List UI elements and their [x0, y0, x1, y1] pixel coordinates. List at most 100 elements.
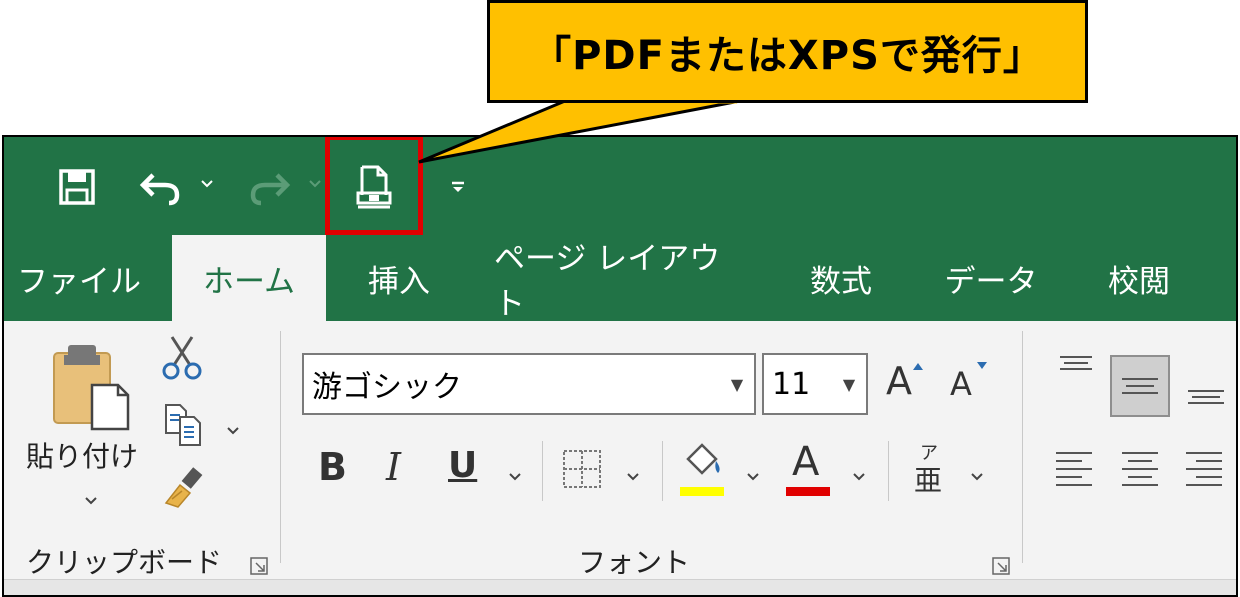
underline-button[interactable]: U [448, 445, 488, 495]
dialog-launcher-icon[interactable] [250, 557, 268, 575]
group-separator [1022, 331, 1023, 563]
tab-label: データ [944, 263, 1038, 300]
tab-label: 挿入 [368, 263, 430, 300]
font-color-button[interactable]: A [784, 439, 832, 501]
redo-icon [250, 173, 291, 206]
chevron-down-icon [627, 473, 639, 481]
paste-button[interactable] [48, 341, 134, 431]
format-painter-icon [164, 467, 203, 508]
align-top-icon [1060, 356, 1092, 370]
grow-font-button[interactable]: A [884, 359, 928, 409]
font-color-dropdown[interactable] [852, 467, 866, 486]
chevron-down-icon[interactable]: ▼ [832, 375, 866, 394]
group-separator [662, 441, 663, 501]
align-right-button[interactable] [1182, 447, 1226, 497]
phonetic-base: 亜 [914, 464, 943, 497]
borders-dropdown[interactable] [626, 467, 640, 486]
ribbon-tabs: ファイル ホーム 挿入 ページ レイアウト 数式 データ 校閲 [4, 235, 1236, 322]
font-size-combo[interactable]: 11 ▼ [762, 353, 868, 415]
clipboard-group-label: クリップボード [26, 546, 223, 579]
top-align-button[interactable] [1056, 349, 1096, 389]
copy-button[interactable] [162, 403, 206, 447]
fill-color-dropdown[interactable] [746, 467, 760, 486]
redo-dropdown[interactable] [308, 174, 322, 193]
copy-dropdown[interactable] [226, 421, 240, 440]
paste-dropdown[interactable] [84, 491, 98, 510]
tab-review[interactable]: 校閲 [1084, 235, 1194, 321]
customize-qat-icon [452, 181, 464, 192]
borders-icon [563, 450, 601, 488]
group-separator [888, 441, 889, 501]
ribbon-bottom-edge [4, 579, 1236, 595]
quick-access-toolbar [4, 137, 1236, 235]
scissors-icon [162, 336, 202, 380]
format-painter-button[interactable] [160, 463, 208, 509]
tab-label: ページ レイアウト [494, 241, 721, 322]
customize-qat-button[interactable] [444, 169, 472, 205]
tab-formulas[interactable]: 数式 [786, 235, 896, 321]
chevron-down-icon [227, 427, 239, 435]
fill-color-swatch [680, 487, 724, 496]
save-button[interactable] [54, 164, 100, 210]
phonetic-guide-button[interactable]: ア 亜 [910, 439, 950, 499]
align-center-icon [1122, 452, 1158, 486]
align-center-button[interactable] [1118, 447, 1162, 497]
tab-label: ファイル [17, 263, 141, 300]
chevron-down-icon [971, 473, 983, 481]
tab-label: 校閲 [1108, 263, 1170, 300]
paint-bucket-icon [686, 443, 720, 475]
phonetic-dropdown[interactable] [970, 467, 984, 486]
chevron-down-icon [853, 473, 865, 481]
font-group-label: フォント [578, 546, 691, 579]
ribbon-home: 貼り付け クリップボード 游ゴシック ▼ 11 ▼ A A B I U A ア … [4, 321, 1236, 595]
tab-data[interactable]: データ [932, 235, 1050, 321]
align-right-icon [1186, 452, 1222, 486]
chevron-down-icon [85, 497, 97, 505]
undo-icon [139, 173, 180, 206]
cut-button[interactable] [160, 335, 204, 381]
font-name-value: 游ゴシック [312, 370, 462, 405]
grow-font-letter: A [886, 359, 912, 403]
shrink-font-letter: A [950, 365, 972, 403]
bottom-align-button[interactable] [1184, 371, 1228, 411]
tab-label: ホーム [202, 263, 296, 300]
italic-button[interactable]: I [386, 445, 420, 495]
tab-page-layout[interactable]: ページ レイアウト [494, 235, 744, 322]
paste-label[interactable]: 貼り付け [26, 435, 138, 475]
excel-window: ファイル ホーム 挿入 ページ レイアウト 数式 データ 校閲 貼り付け クリッ… [2, 135, 1238, 597]
paste-icon [53, 345, 130, 431]
undo-button[interactable] [134, 164, 188, 210]
align-left-button[interactable] [1052, 447, 1096, 497]
tab-label: 数式 [810, 263, 872, 300]
align-middle-icon [1122, 378, 1158, 394]
triangle-down-icon [977, 362, 987, 369]
group-separator [542, 441, 543, 501]
align-left-icon [1056, 452, 1092, 486]
tab-insert[interactable]: 挿入 [344, 235, 454, 321]
publish-highlight-frame [325, 137, 423, 235]
callout-box: 「PDFまたはXPSで発行」 [487, 0, 1088, 103]
bold-button[interactable]: B [318, 445, 358, 495]
chevron-down-icon [509, 473, 521, 481]
font-name-combo[interactable]: 游ゴシック ▼ [302, 353, 756, 415]
font-color-swatch [786, 487, 830, 496]
align-bottom-icon [1188, 390, 1224, 404]
chevron-down-icon [309, 180, 321, 188]
group-separator [280, 331, 281, 563]
middle-align-button[interactable] [1110, 355, 1170, 417]
callout-text: 「PDFまたはXPSで発行」 [531, 32, 1044, 79]
copy-icon [165, 404, 201, 446]
tab-home[interactable]: ホーム [172, 235, 326, 321]
dialog-launcher-icon[interactable] [992, 557, 1010, 575]
borders-button[interactable] [560, 447, 604, 491]
undo-dropdown[interactable] [200, 174, 214, 193]
shrink-font-button[interactable]: A [948, 361, 992, 411]
font-size-value: 11 [772, 366, 811, 402]
tab-file[interactable]: ファイル [14, 235, 144, 321]
redo-button[interactable] [242, 164, 296, 210]
chevron-down-icon[interactable]: ▼ [720, 375, 754, 394]
fill-color-button[interactable] [678, 439, 726, 501]
save-icon [59, 169, 95, 205]
font-color-letter: A [792, 439, 820, 485]
underline-dropdown[interactable] [508, 467, 522, 486]
